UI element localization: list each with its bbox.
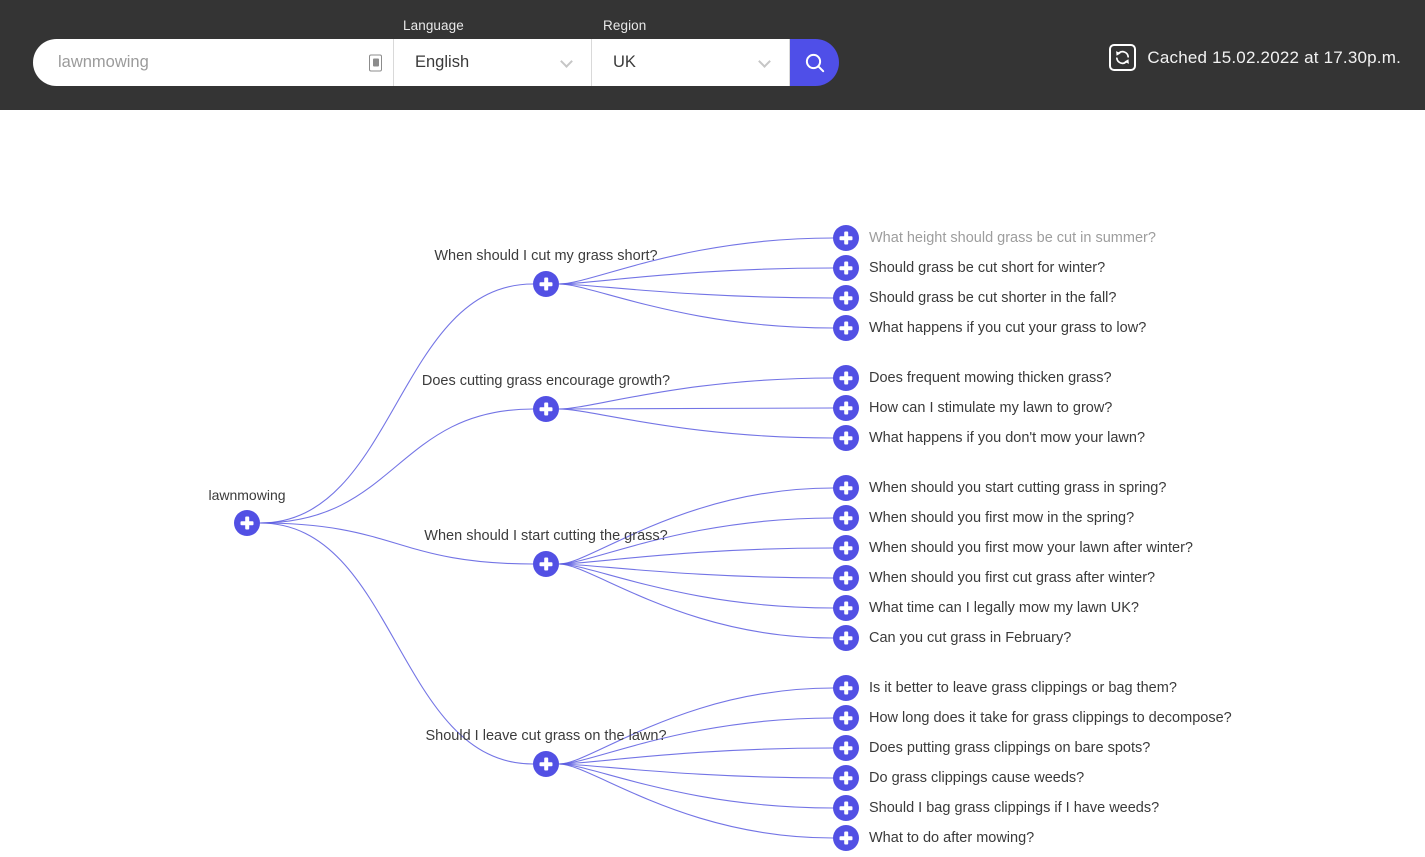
mindmap-leaf-label-2-1[interactable]: When should you first mow in the spring? bbox=[869, 510, 1134, 526]
keyboard-icon[interactable] bbox=[369, 54, 382, 71]
mindmap-leaf-label-1-2[interactable]: What happens if you don't mow your lawn? bbox=[869, 430, 1145, 446]
mindmap-leaf-label-3-4[interactable]: Should I bag grass clippings if I have w… bbox=[869, 800, 1159, 816]
mindmap-leaf-node-2-2[interactable] bbox=[833, 535, 859, 561]
mindmap-leaf-label-2-0[interactable]: When should you start cutting grass in s… bbox=[869, 480, 1166, 496]
mindmap-leaf-label-1-0[interactable]: Does frequent mowing thicken grass? bbox=[869, 370, 1112, 386]
mindmap-branch-label-3: Should I leave cut grass on the lawn? bbox=[425, 728, 667, 744]
mindmap-branch-node-3[interactable] bbox=[533, 751, 559, 777]
mindmap-leaf-node-1-2[interactable] bbox=[833, 425, 859, 451]
mindmap-leaf-node-2-4[interactable] bbox=[833, 595, 859, 621]
mindmap-leaf-node-1-0[interactable] bbox=[833, 365, 859, 391]
search-input[interactable] bbox=[33, 39, 393, 86]
language-select[interactable]: English bbox=[394, 39, 592, 86]
mindmap-leaf-label-3-3[interactable]: Do grass clippings cause weeds? bbox=[869, 770, 1084, 786]
mindmap-leaf-label-2-3[interactable]: When should you first cut grass after wi… bbox=[869, 570, 1155, 586]
mindmap-leaf-node-0-0[interactable] bbox=[833, 225, 859, 251]
mindmap-leaf-label-2-4[interactable]: What time can I legally mow my lawn UK? bbox=[869, 600, 1139, 616]
mindmap-leaf-node-2-5[interactable] bbox=[833, 625, 859, 651]
mindmap-leaf-node-0-2[interactable] bbox=[833, 285, 859, 311]
toolbar: Zoom 23% csv bbox=[0, 110, 1425, 273]
mindmap-leaf-label-2-5[interactable]: Can you cut grass in February? bbox=[869, 630, 1071, 646]
mindmap-leaf-node-2-0[interactable] bbox=[833, 475, 859, 501]
mindmap-leaf-node-3-2[interactable] bbox=[833, 735, 859, 761]
mindmap-leaf-label-2-2[interactable]: When should you first mow your lawn afte… bbox=[869, 540, 1193, 556]
mindmap-branch-node-2[interactable] bbox=[533, 551, 559, 577]
chevron-down-icon bbox=[758, 54, 771, 68]
mindmap-leaf-label-0-3[interactable]: What happens if you cut your grass to lo… bbox=[869, 320, 1146, 336]
search-input-wrap bbox=[33, 39, 394, 86]
mindmap-root-label: lawnmowing bbox=[208, 487, 286, 503]
mindmap-leaf-node-2-3[interactable] bbox=[833, 565, 859, 591]
mindmap-leaf-node-2-1[interactable] bbox=[833, 505, 859, 531]
mindmap-leaf-node-3-1[interactable] bbox=[833, 705, 859, 731]
mindmap-leaf-label-3-0[interactable]: Is it better to leave grass clippings or… bbox=[869, 680, 1177, 696]
refresh-icon bbox=[1109, 44, 1137, 71]
mindmap-leaf-label-0-2[interactable]: Should grass be cut shorter in the fall? bbox=[869, 290, 1116, 306]
language-label: Language bbox=[403, 18, 464, 33]
mindmap-leaf-label-3-2[interactable]: Does putting grass clippings on bare spo… bbox=[869, 740, 1150, 756]
mindmap-leaf-node-0-1[interactable] bbox=[833, 255, 859, 281]
search-button[interactable] bbox=[790, 39, 839, 86]
mindmap-root-node[interactable] bbox=[234, 510, 260, 536]
mindmap-leaf-label-3-1[interactable]: How long does it take for grass clipping… bbox=[869, 710, 1232, 726]
mindmap-leaf-node-3-3[interactable] bbox=[833, 765, 859, 791]
mindmap-branch-label-0: When should I cut my grass short? bbox=[434, 248, 658, 264]
mindmap-leaf-node-3-0[interactable] bbox=[833, 675, 859, 701]
region-label: Region bbox=[603, 18, 647, 33]
mindmap-branch-label-1: Does cutting grass encourage growth? bbox=[421, 373, 671, 389]
mindmap-canvas[interactable]: lawnmowing When should I cut my grass sho… bbox=[0, 188, 1425, 857]
mindmap-leaf-node-1-1[interactable] bbox=[833, 395, 859, 421]
cached-text: Cached 15.02.2022 at 17.30p.m. bbox=[1147, 47, 1401, 67]
mindmap-branch-node-0[interactable] bbox=[533, 271, 559, 297]
mindmap-leaf-node-3-5[interactable] bbox=[833, 825, 859, 851]
mindmap-leaf-label-3-5[interactable]: What to do after mowing? bbox=[869, 830, 1034, 846]
mindmap-leaf-label-0-1[interactable]: Should grass be cut short for winter? bbox=[869, 260, 1105, 276]
chevron-down-icon bbox=[560, 54, 573, 68]
mindmap-leaf-label-0-0[interactable]: What height should grass be cut in summe… bbox=[869, 230, 1156, 246]
search-bar: English UK bbox=[33, 39, 839, 86]
mindmap-branch-node-1[interactable] bbox=[533, 396, 559, 422]
mindmap-branch-label-2: When should I start cutting the grass? bbox=[424, 528, 668, 544]
mindmap-edges bbox=[259, 237, 834, 839]
cached-status[interactable]: Cached 15.02.2022 at 17.30p.m. bbox=[1109, 44, 1401, 71]
app-header: Language Region English UK bbox=[0, 0, 1425, 110]
mindmap-leaf-node-3-4[interactable] bbox=[833, 795, 859, 821]
mindmap-leaf-node-0-3[interactable] bbox=[833, 315, 859, 341]
search-icon bbox=[805, 53, 824, 72]
region-value: UK bbox=[613, 53, 636, 71]
region-select[interactable]: UK bbox=[592, 39, 790, 86]
language-value: English bbox=[415, 53, 470, 71]
mindmap-leaf-label-1-1[interactable]: How can I stimulate my lawn to grow? bbox=[869, 400, 1112, 416]
